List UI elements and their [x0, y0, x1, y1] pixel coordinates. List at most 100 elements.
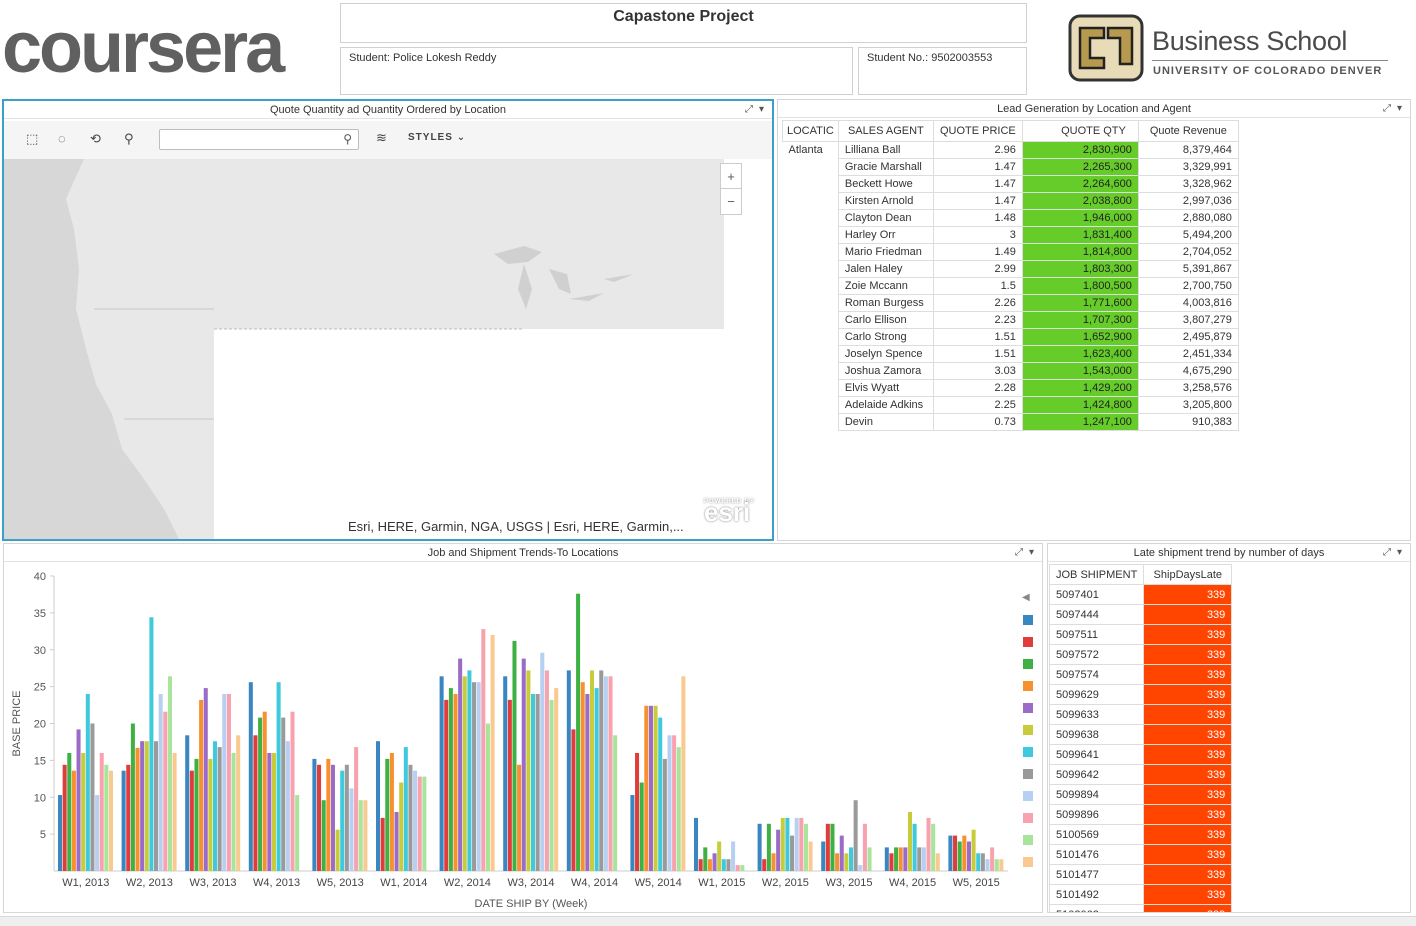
- bar[interactable]: [248, 682, 253, 871]
- bar[interactable]: [526, 670, 531, 871]
- table-row[interactable]: Harley Orr 3 1,831,400 5,494,200: [783, 226, 1239, 244]
- bar[interactable]: [780, 817, 785, 871]
- table-row[interactable]: 5099629 339: [1048, 684, 1233, 705]
- bar[interactable]: [576, 593, 581, 871]
- bar[interactable]: [317, 764, 322, 871]
- bar[interactable]: [408, 764, 413, 871]
- bar[interactable]: [976, 853, 981, 871]
- bar[interactable]: [776, 829, 781, 871]
- table-row[interactable]: 5097574 339: [1048, 664, 1233, 685]
- bar[interactable]: [130, 723, 135, 872]
- expand-icon[interactable]: ⤢: [1383, 547, 1391, 558]
- expand-icon[interactable]: ⤢: [1383, 103, 1391, 114]
- bar[interactable]: [67, 753, 72, 871]
- rectangle-select-icon[interactable]: ⬚: [26, 131, 38, 147]
- bar[interactable]: [935, 853, 940, 871]
- bar[interactable]: [135, 747, 140, 871]
- bar[interactable]: [507, 699, 512, 871]
- bar[interactable]: [962, 835, 967, 871]
- bar[interactable]: [957, 841, 962, 872]
- bar[interactable]: [740, 865, 745, 871]
- circle-select-icon[interactable]: ◌: [58, 131, 66, 146]
- bar[interactable]: [271, 753, 276, 871]
- bar[interactable]: [862, 823, 867, 871]
- bar[interactable]: [335, 829, 340, 871]
- legend-swatch[interactable]: [1023, 791, 1033, 801]
- bar[interactable]: [667, 735, 672, 871]
- table-row[interactable]: Beckett Howe 1.47 2,264,600 3,328,962: [783, 175, 1239, 193]
- bar[interactable]: [121, 770, 126, 871]
- table-row[interactable]: Carlo Ellison 2.23 1,707,300 3,807,279: [783, 311, 1239, 329]
- bar[interactable]: [613, 735, 618, 871]
- bar[interactable]: [785, 817, 790, 871]
- table-row[interactable]: 5099894 339: [1048, 784, 1233, 805]
- bar[interactable]: [439, 676, 444, 871]
- table-row[interactable]: 5097444 339: [1048, 604, 1233, 625]
- bar[interactable]: [790, 835, 795, 871]
- bar[interactable]: [394, 812, 399, 871]
- bar[interactable]: [363, 800, 368, 871]
- bar[interactable]: [76, 729, 81, 871]
- bar[interactable]: [762, 859, 767, 871]
- bar[interactable]: [312, 758, 317, 871]
- table-row[interactable]: Jalen Haley 2.99 1,803,300 5,391,867: [783, 260, 1239, 278]
- panel-menu-icon[interactable]: ▾: [759, 104, 764, 115]
- bar[interactable]: [971, 829, 976, 871]
- table-row[interactable]: Kirsten Arnold 1.47 2,038,800 2,997,036: [783, 192, 1239, 210]
- bar[interactable]: [71, 770, 76, 871]
- bar[interactable]: [403, 747, 408, 871]
- bar[interactable]: [144, 741, 149, 871]
- bar[interactable]: [566, 670, 571, 871]
- bar[interactable]: [825, 823, 830, 871]
- table-row[interactable]: Gracie Marshall 1.47 2,265,300 3,329,991: [783, 158, 1239, 176]
- bar[interactable]: [921, 847, 926, 871]
- bar[interactable]: [467, 670, 472, 871]
- bar[interactable]: [472, 682, 477, 871]
- legend-swatch[interactable]: [1023, 681, 1033, 691]
- bar[interactable]: [99, 753, 104, 871]
- legend-swatch[interactable]: [1023, 769, 1033, 779]
- table-row[interactable]: Carlo Strong 1.51 1,652,900 2,495,879: [783, 328, 1239, 346]
- bar[interactable]: [521, 658, 526, 871]
- bar[interactable]: [966, 841, 971, 872]
- bar[interactable]: [726, 859, 731, 871]
- bar[interactable]: [694, 817, 699, 871]
- bar[interactable]: [535, 694, 540, 871]
- bar[interactable]: [330, 764, 335, 871]
- legend-swatch[interactable]: [1023, 637, 1033, 647]
- bar[interactable]: [648, 705, 653, 871]
- bar[interactable]: [853, 800, 858, 871]
- bar[interactable]: [799, 817, 804, 871]
- table-row[interactable]: Mario Friedman 1.49 1,814,800 2,704,052: [783, 243, 1239, 261]
- bar[interactable]: [189, 770, 194, 871]
- bar[interactable]: [208, 758, 213, 871]
- bar[interactable]: [490, 635, 495, 871]
- zoom-out-button[interactable]: −: [721, 189, 741, 214]
- bar[interactable]: [839, 835, 844, 871]
- bar[interactable]: [236, 735, 241, 871]
- bar[interactable]: [589, 670, 594, 871]
- bar[interactable]: [698, 859, 703, 871]
- bar[interactable]: [503, 676, 508, 871]
- bar[interactable]: [635, 753, 640, 871]
- bar[interactable]: [385, 758, 390, 871]
- table-row[interactable]: 5097572 339: [1048, 644, 1233, 665]
- bar[interactable]: [990, 847, 995, 871]
- bar[interactable]: [766, 823, 771, 871]
- bar[interactable]: [194, 758, 199, 871]
- bar[interactable]: [672, 735, 677, 871]
- clear-selection-icon[interactable]: ⚲: [124, 131, 134, 147]
- bar[interactable]: [81, 753, 86, 871]
- bar[interactable]: [531, 694, 536, 871]
- bar[interactable]: [321, 800, 326, 871]
- table-row[interactable]: 5101492 339: [1048, 884, 1233, 905]
- bar[interactable]: [889, 853, 894, 871]
- bar[interactable]: [717, 841, 722, 872]
- bar[interactable]: [703, 847, 708, 871]
- zoom-in-button[interactable]: +: [721, 164, 741, 189]
- bar[interactable]: [894, 847, 899, 871]
- bar[interactable]: [540, 652, 545, 871]
- bar[interactable]: [476, 682, 481, 871]
- bar[interactable]: [603, 676, 608, 871]
- col-quote-price[interactable]: QUOTE PRICE: [932, 120, 1023, 142]
